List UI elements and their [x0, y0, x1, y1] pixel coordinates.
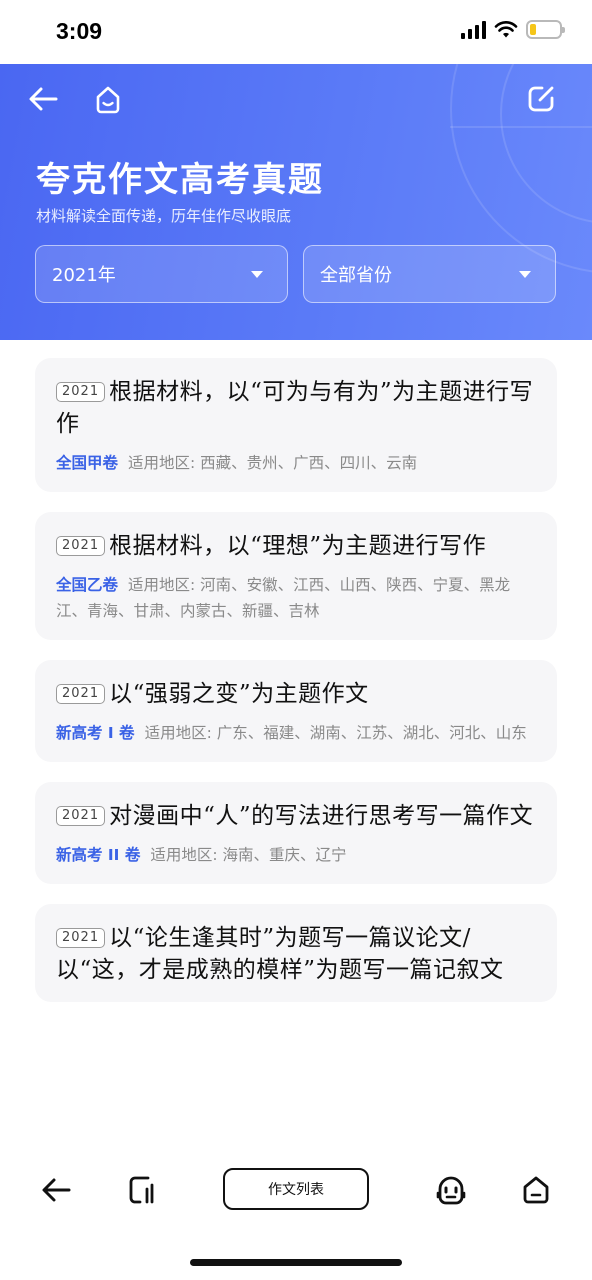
essay-title: 2021 以“论生逢其时”为题写一篇议论文/以“这，才是成熟的模样”为题写一篇记叙… — [56, 922, 536, 986]
essay-card[interactable]: 2021 以“论生逢其时”为题写一篇议论文/以“这，才是成熟的模样”为题写一篇记叙… — [35, 904, 557, 1002]
edit-button[interactable] — [524, 82, 558, 116]
page-subtitle: 材料解读全面传递，历年佳作尽收眼底 — [36, 207, 292, 225]
essay-list-button[interactable]: 作文列表 — [223, 1168, 369, 1210]
year-tag: 2021 — [56, 536, 106, 556]
year-select-value: 2021年 — [52, 265, 116, 286]
year-tag: 2021 — [56, 928, 106, 948]
battery-level — [530, 24, 536, 35]
caret-down-icon — [519, 270, 531, 278]
status-time: 3:09 — [56, 18, 103, 44]
smile-home-icon — [96, 86, 120, 114]
edit-icon — [528, 86, 554, 112]
paper-name: 全国乙卷 — [56, 576, 119, 594]
essay-meta: 新高考 I 卷适用地区: 广东、福建、湖南、江苏、湖北、河北、山东 — [56, 720, 536, 746]
year-tag: 2021 — [56, 382, 106, 402]
essay-title-text: 对漫画中“人”的写法进行思考写一篇作文 — [109, 803, 534, 829]
arrow-left-icon — [42, 1178, 71, 1202]
essay-meta: 新高考 II 卷适用地区: 海南、重庆、辽宁 — [56, 842, 536, 868]
home-indicator[interactable] — [190, 1259, 402, 1266]
header-banner: 夸克作文高考真题 材料解读全面传递，历年佳作尽收眼底 2021年 全部省份 — [0, 64, 592, 340]
essay-title: 2021 对漫画中“人”的写法进行思考写一篇作文 — [56, 800, 536, 832]
paper-name: 新高考 I 卷 — [56, 724, 135, 742]
essay-title-text: 根据材料，以“可为与有为”为主题进行写作 — [56, 379, 534, 437]
decor-line — [450, 126, 592, 128]
browser-home-button[interactable] — [516, 1170, 556, 1210]
essay-title-text: 以“强弱之变”为主题作文 — [109, 681, 369, 707]
home-icon — [523, 1176, 549, 1204]
province-select-value: 全部省份 — [320, 265, 392, 286]
status-icons — [461, 20, 565, 39]
robot-icon — [436, 1176, 466, 1205]
essay-title-text: 以“论生逢其时”为题写一篇议论文/以“这，才是成熟的模样”为题写一篇记叙文 — [56, 925, 504, 983]
essay-card[interactable]: 2021 根据材料，以“可为与有为”为主题进行写作 全国甲卷 适用地区: 西藏、贵州… — [35, 358, 557, 492]
essay-card[interactable]: 2021 以“强弱之变”为主题作文 新高考 I 卷适用地区: 广东、福建、湖南、江… — [35, 660, 557, 762]
battery-icon — [526, 20, 565, 39]
year-select[interactable]: 2021年 — [35, 245, 288, 303]
tabs-icon — [129, 1176, 154, 1204]
region-text: 适用地区: 海南、重庆、辽宁 — [150, 846, 347, 864]
essay-card[interactable]: 2021 对漫画中“人”的写法进行思考写一篇作文 新高考 II 卷适用地区: 海南… — [35, 782, 557, 884]
essay-title: 2021 以“强弱之变”为主题作文 — [56, 678, 536, 710]
paper-name: 全国甲卷 — [56, 454, 119, 472]
essay-title: 2021 根据材料，以“可为与有为”为主题进行写作 — [56, 376, 536, 440]
bottom-toolbar: 作文列表 — [0, 1144, 592, 1280]
home-button[interactable] — [90, 82, 126, 118]
page-title: 夸克作文高考真题 — [36, 160, 324, 200]
year-tag: 2021 — [56, 806, 106, 826]
back-button[interactable] — [26, 82, 60, 116]
region-text: 适用地区: 西藏、贵州、广西、四川、云南 — [128, 454, 418, 472]
province-select[interactable]: 全部省份 — [303, 245, 556, 303]
paper-name: 新高考 II 卷 — [56, 846, 141, 864]
caret-down-icon — [251, 270, 263, 278]
essay-meta: 全国甲卷 适用地区: 西藏、贵州、广西、四川、云南 — [56, 450, 536, 476]
essay-title: 2021 根据材料，以“理想”为主题进行写作 — [56, 530, 536, 562]
assistant-button[interactable] — [431, 1170, 471, 1210]
region-text: 适用地区: 广东、福建、湖南、江苏、湖北、河北、山东 — [144, 724, 527, 742]
year-tag: 2021 — [56, 684, 106, 704]
essay-list: 2021 根据材料，以“可为与有为”为主题进行写作 全国甲卷 适用地区: 西藏、贵州… — [35, 358, 557, 1144]
tabs-button[interactable] — [122, 1170, 162, 1210]
status-bar: 3:09 — [0, 0, 592, 64]
essay-title-text: 根据材料，以“理想”为主题进行写作 — [109, 533, 487, 559]
region-text: 适用地区: 河南、安徽、江西、山西、陕西、宁夏、黑龙江、青海、甘肃、内蒙古、新疆… — [56, 576, 511, 620]
essay-meta: 全国乙卷 适用地区: 河南、安徽、江西、山西、陕西、宁夏、黑龙江、青海、甘肃、内蒙… — [56, 572, 536, 624]
browser-back-button[interactable] — [36, 1170, 76, 1210]
signal-icon — [461, 20, 486, 39]
wifi-icon — [494, 20, 518, 37]
essay-card[interactable]: 2021 根据材料，以“理想”为主题进行写作 全国乙卷 适用地区: 河南、安徽、江西… — [35, 512, 557, 640]
arrow-left-icon — [29, 87, 58, 111]
